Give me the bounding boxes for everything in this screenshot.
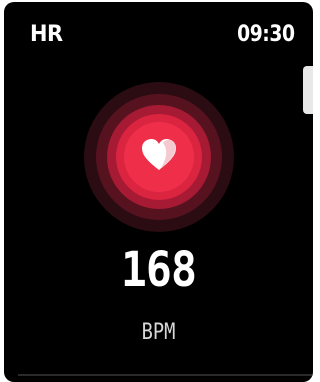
scroll-indicator[interactable]	[303, 66, 313, 114]
heart-icon	[142, 139, 176, 170]
watch-screen: HR 09:30 168 BPM	[4, 2, 313, 382]
bottom-divider	[18, 374, 313, 376]
clock-time: 09:30	[237, 22, 296, 47]
app-title: HR	[30, 22, 63, 47]
heart-rate-unit: BPM	[141, 320, 176, 345]
heart-rate-pulse	[84, 82, 234, 232]
status-header: HR 09:30	[4, 2, 313, 62]
heart-rate-value: 168	[120, 242, 197, 298]
